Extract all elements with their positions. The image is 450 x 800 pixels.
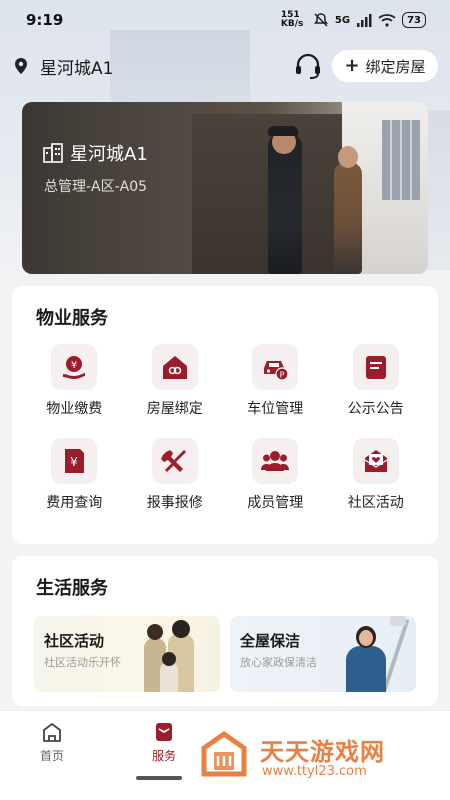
icon-box bbox=[151, 438, 198, 484]
service-label: 费用查询 bbox=[46, 495, 103, 511]
payment-icon: ¥ bbox=[63, 356, 86, 379]
bind-house-label: 绑定房屋 bbox=[365, 57, 426, 76]
watermark-url: www.ttyl23.com bbox=[262, 764, 367, 779]
banner-community-name: 星河城A1 bbox=[70, 144, 148, 165]
notice-icon bbox=[365, 356, 386, 379]
header: 星河城A1 + 绑定房屋 bbox=[0, 48, 450, 84]
signal-icon bbox=[357, 14, 372, 27]
repair-tools-icon bbox=[160, 450, 186, 472]
fee-query-icon: ¥ bbox=[65, 449, 85, 473]
status-bar: 9:19 151 KB/s 5G 73 bbox=[0, 0, 450, 40]
life-service-title: 生活服务 bbox=[36, 578, 108, 599]
life-service-card: 生活服务 社区活动 社区活动乐开怀 全屋保洁 放心家政保清洁 bbox=[12, 556, 438, 706]
wifi-icon bbox=[378, 14, 396, 27]
watermark-logo-icon bbox=[201, 730, 247, 777]
banner-address: 总管理-A区-A05 bbox=[44, 179, 148, 195]
service-label: 车位管理 bbox=[247, 401, 304, 417]
mop-image bbox=[382, 619, 410, 691]
service-item-members[interactable]: 成员管理 bbox=[225, 438, 326, 512]
cleaner-face bbox=[359, 630, 373, 646]
cleaner-figure bbox=[346, 646, 386, 692]
icon-box: ¥ bbox=[51, 344, 98, 390]
tile-subtitle: 放心家政保清洁 bbox=[240, 656, 317, 669]
status-icons: 151 KB/s 5G 73 bbox=[281, 11, 426, 29]
community-event-icon bbox=[364, 450, 388, 472]
mute-icon bbox=[313, 13, 328, 27]
tile-subtitle: 社区活动乐开怀 bbox=[44, 656, 121, 669]
watermark: 天天游戏网 www.ttyl23.com bbox=[196, 728, 412, 784]
service-label: 报事报修 bbox=[146, 495, 203, 511]
icon-box bbox=[352, 438, 399, 484]
family-figure-head bbox=[147, 624, 163, 640]
icon-box bbox=[252, 438, 299, 484]
icon-box bbox=[352, 344, 399, 390]
members-icon bbox=[261, 451, 290, 471]
service-item-payment[interactable]: ¥ 物业缴费 bbox=[24, 344, 125, 418]
watermark-title: 天天游戏网 bbox=[260, 738, 385, 766]
svg-text:¥: ¥ bbox=[71, 360, 77, 371]
tile-title: 全屋保洁 bbox=[240, 632, 301, 650]
resident-figure bbox=[334, 162, 362, 274]
customer-service-icon[interactable] bbox=[293, 52, 323, 80]
service-item-community-event[interactable]: 社区活动 bbox=[326, 438, 427, 512]
service-label: 公示公告 bbox=[347, 401, 404, 417]
building-icon bbox=[43, 143, 63, 163]
home-icon bbox=[43, 723, 61, 742]
bind-house-button[interactable]: + 绑定房屋 bbox=[332, 50, 438, 82]
property-service-card: 物业服务 ¥ 物业缴费 房屋绑定 P 车位管理 公示公告 ¥ 费用查询 报事报修… bbox=[12, 286, 438, 544]
svg-text:P: P bbox=[280, 371, 285, 380]
network-type: 5G bbox=[334, 14, 351, 26]
property-service-title: 物业服务 bbox=[36, 308, 108, 329]
icon-box: ¥ bbox=[51, 438, 98, 484]
net-speed: 151 KB/s bbox=[280, 10, 304, 29]
plus-icon: + bbox=[344, 55, 360, 76]
service-item-parking[interactable]: P 车位管理 bbox=[225, 344, 326, 418]
child-figure bbox=[160, 662, 178, 692]
battery-indicator: 73 bbox=[402, 12, 426, 28]
svg-text:¥: ¥ bbox=[70, 455, 78, 469]
tile-title: 社区活动 bbox=[44, 632, 105, 650]
icon-box: P bbox=[252, 344, 299, 390]
service-item-notice[interactable]: 公示公告 bbox=[326, 344, 427, 418]
service-label: 社区活动 bbox=[347, 495, 404, 511]
service-item-repair[interactable]: 报事报修 bbox=[125, 438, 226, 512]
nav-service[interactable]: 服务 bbox=[152, 721, 176, 764]
service-item-house-bind[interactable]: 房屋绑定 bbox=[125, 344, 226, 418]
property-service-grid: ¥ 物业缴费 房屋绑定 P 车位管理 公示公告 ¥ 费用查询 报事报修 成员管理… bbox=[24, 344, 426, 512]
service-label: 物业缴费 bbox=[46, 401, 103, 417]
nav-home-label: 首页 bbox=[40, 749, 65, 763]
service-icon bbox=[156, 723, 172, 741]
house-link-icon bbox=[162, 356, 187, 379]
current-community[interactable]: 星河城A1 bbox=[40, 54, 113, 79]
home-indicator[interactable] bbox=[136, 776, 182, 780]
icon-box bbox=[151, 344, 198, 390]
resident-head bbox=[338, 146, 358, 168]
banner-window-image bbox=[382, 120, 420, 200]
status-time: 9:19 bbox=[26, 11, 64, 29]
location-pin-icon bbox=[15, 58, 27, 74]
service-label: 房屋绑定 bbox=[146, 401, 203, 417]
service-item-fee-query[interactable]: ¥ 费用查询 bbox=[24, 438, 125, 512]
family-figure-head bbox=[172, 620, 190, 638]
community-banner[interactable]: 星河城A1 总管理-A区-A05 bbox=[22, 102, 428, 274]
security-guard-cap bbox=[268, 126, 298, 136]
banner-title: 星河城A1 bbox=[42, 140, 148, 166]
banner-door-image bbox=[192, 114, 342, 274]
mop-head-image bbox=[390, 616, 406, 626]
nav-home[interactable]: 首页 bbox=[40, 721, 64, 764]
life-tile-cleaning[interactable]: 全屋保洁 放心家政保清洁 bbox=[230, 616, 416, 692]
service-label: 成员管理 bbox=[247, 495, 304, 511]
life-tile-community-event[interactable]: 社区活动 社区活动乐开怀 bbox=[34, 616, 220, 692]
nav-service-label: 服务 bbox=[152, 749, 177, 763]
car-parking-icon: P bbox=[264, 361, 289, 381]
child-figure-head bbox=[162, 652, 176, 666]
